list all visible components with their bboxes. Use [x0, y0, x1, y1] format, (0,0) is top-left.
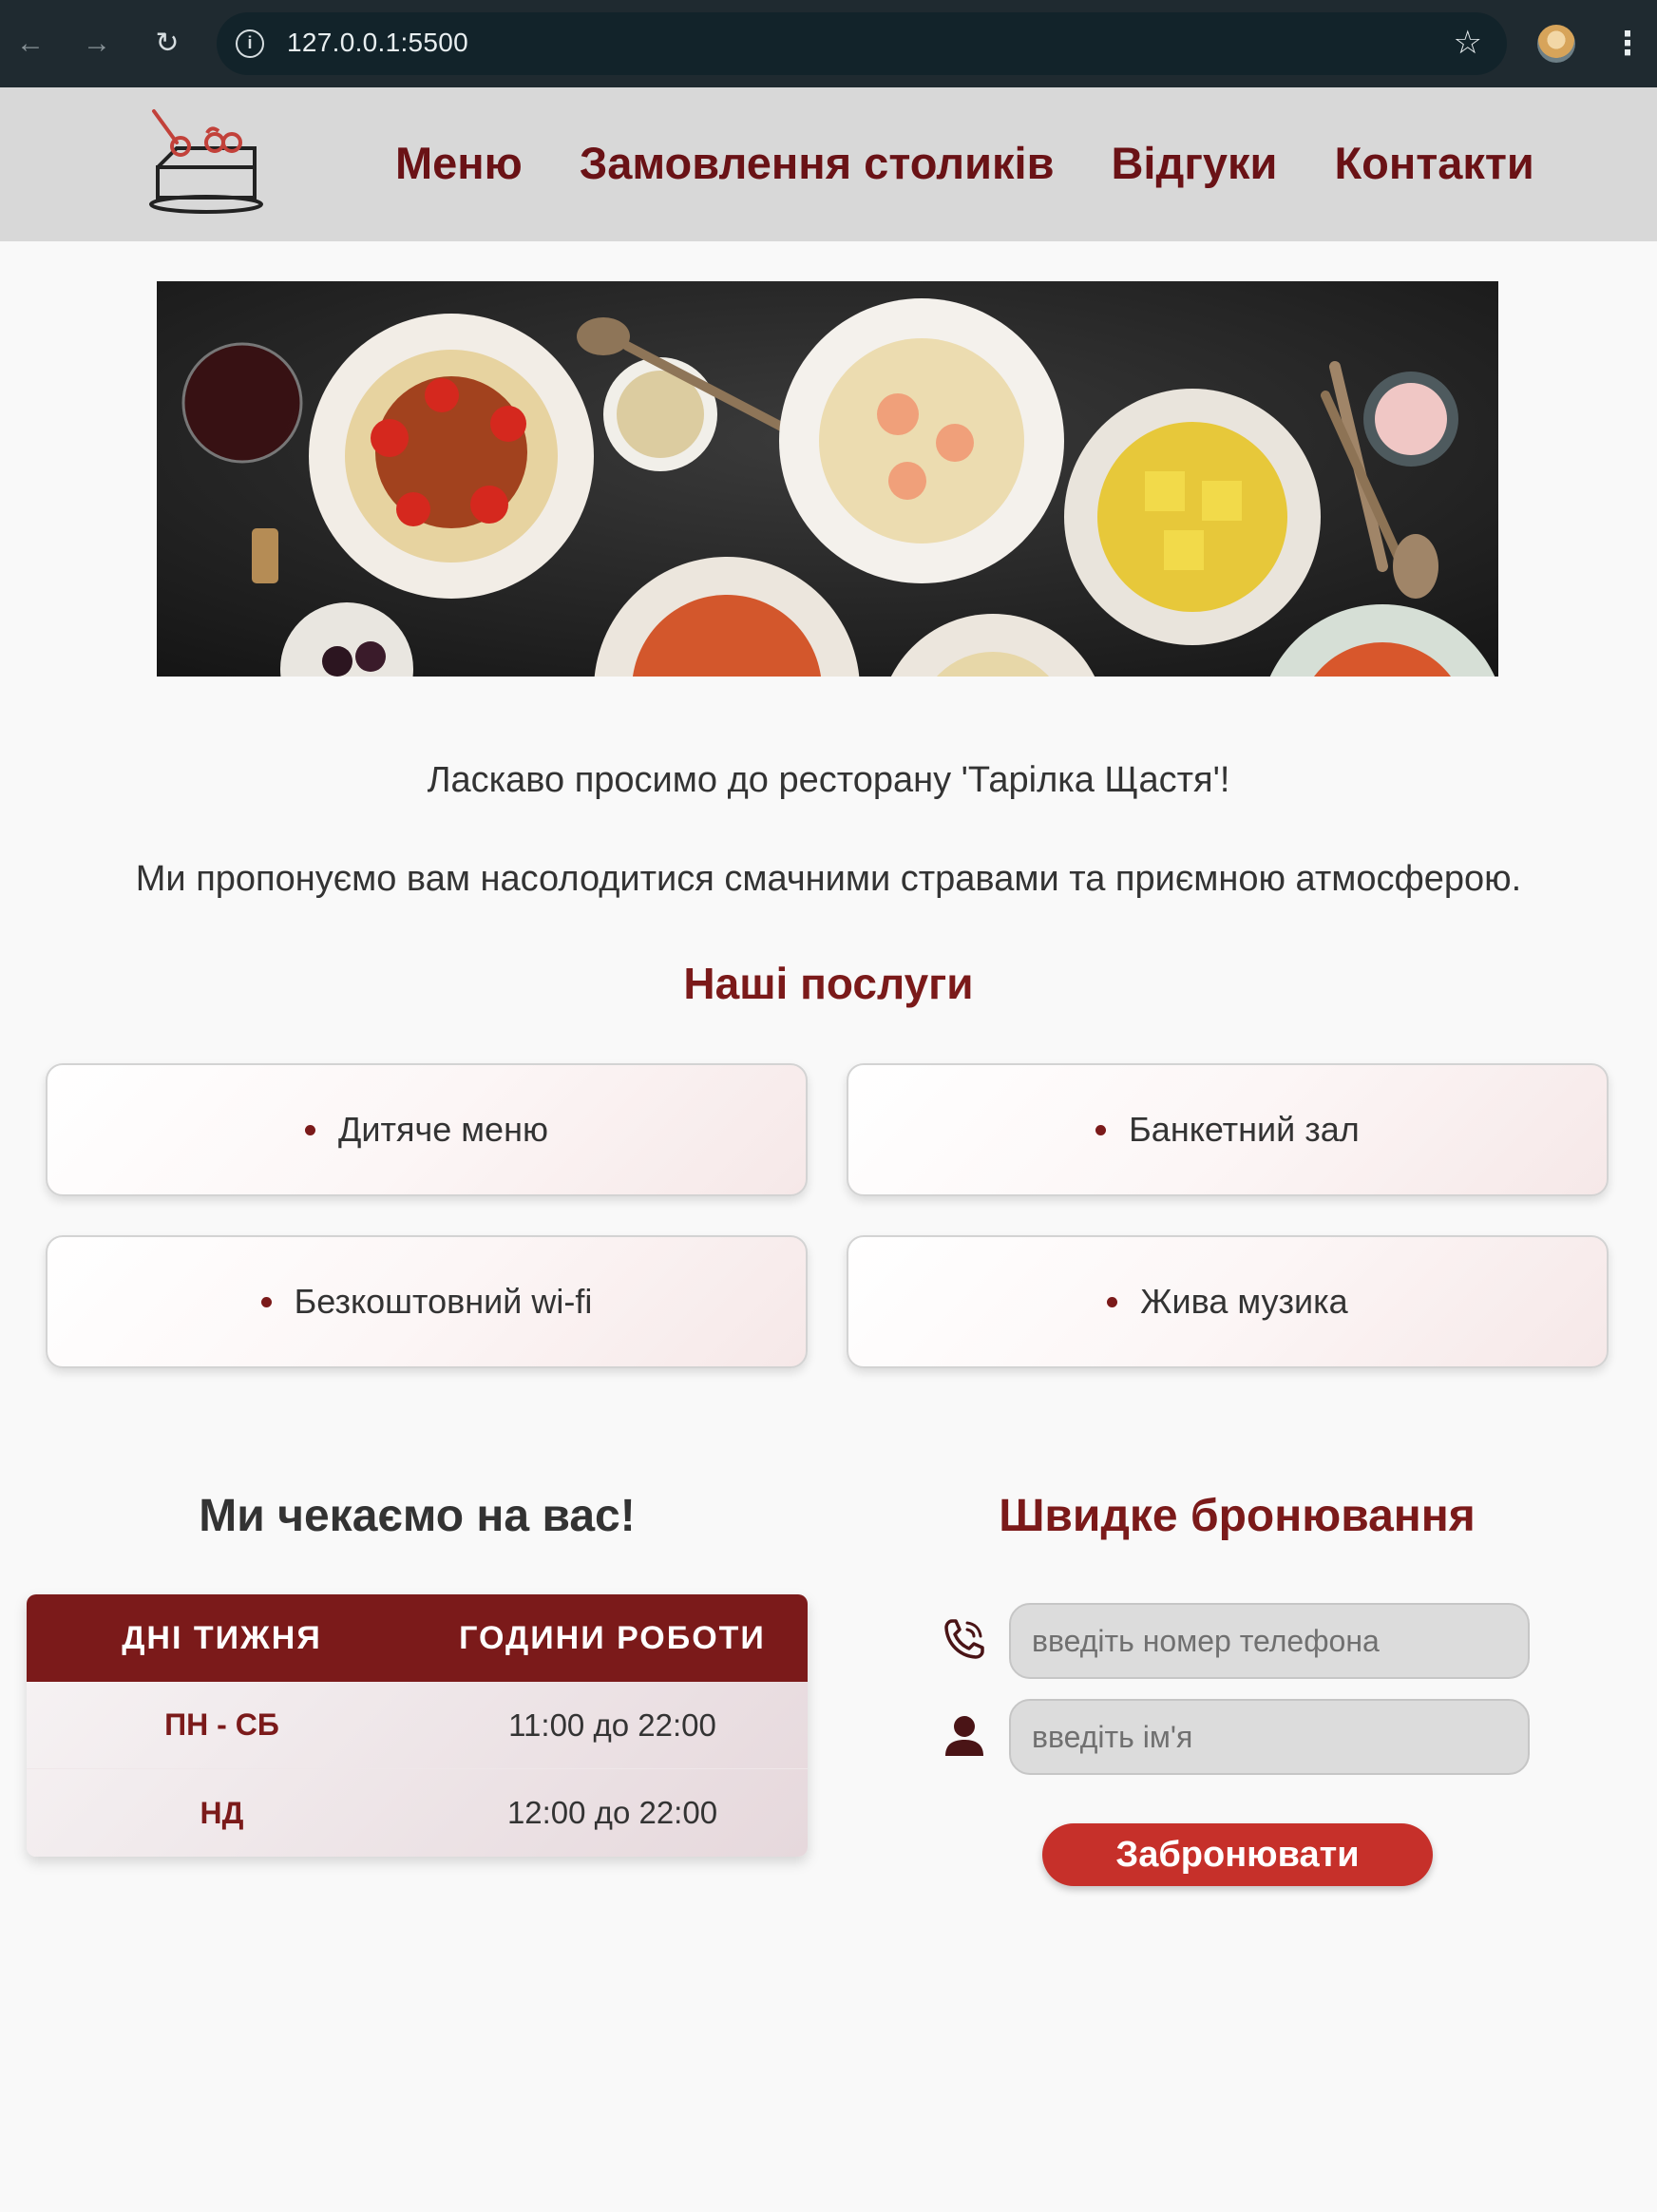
service-card: Банкетний зал — [847, 1063, 1609, 1196]
service-label: Дитяче меню — [338, 1110, 548, 1149]
service-card: Жива музика — [847, 1235, 1609, 1368]
service-label: Жива музика — [1140, 1282, 1348, 1321]
back-arrow-icon[interactable]: ← — [11, 25, 49, 63]
service-card: Безкоштовний wi-fi — [46, 1235, 808, 1368]
name-input[interactable] — [1009, 1699, 1530, 1775]
row-day: ПН - СБ — [164, 1707, 279, 1742]
nav-contacts[interactable]: Контакти — [1334, 137, 1533, 189]
nav-table-reservation[interactable]: Замовлення столиків — [580, 137, 1055, 189]
menu-kebab-icon[interactable]: ⋮ — [1611, 21, 1644, 67]
main-nav: Меню Замовлення столиків Відгуки Контакт… — [395, 137, 1534, 189]
welcome-subtext: Ми пропонуємо вам насолодитися смачними … — [135, 859, 1522, 899]
reload-icon[interactable]: ↻ — [148, 25, 186, 63]
info-icon[interactable]: i — [236, 29, 264, 58]
service-label: Банкетний зал — [1129, 1110, 1360, 1149]
welcome-text: Ласкаво просимо до ресторану 'Тарілка Ща… — [427, 760, 1230, 800]
column-header-days: ДНІ ТИЖНЯ — [122, 1619, 322, 1656]
site-header: Меню Замовлення столиків Відгуки Контакт… — [0, 87, 1657, 241]
bullet-icon — [260, 1296, 272, 1307]
bullet-icon — [305, 1124, 316, 1135]
phone-input[interactable] — [1009, 1603, 1530, 1679]
row-time: 12:00 до 22:00 — [506, 1795, 718, 1830]
forward-arrow-icon[interactable]: → — [78, 25, 116, 63]
table-header-row: ДНІ ТИЖНЯ ГОДИНИ РОБОТИ — [27, 1594, 808, 1682]
phone-icon — [944, 1619, 984, 1659]
bullet-icon — [1107, 1296, 1118, 1307]
hours-title: Ми чекаємо на вас! — [199, 1491, 636, 1541]
browser-toolbar: ← → ↻ i 127.0.0.1:5500 ☆ ⋮ — [0, 0, 1657, 87]
services-title: Наші послуги — [683, 959, 974, 1008]
row-day: НД — [200, 1795, 244, 1830]
star-icon[interactable]: ☆ — [1454, 24, 1482, 62]
url-text[interactable]: 127.0.0.1:5500 — [287, 28, 468, 58]
table-row: ПН - СБ 11:00 до 22:00 — [27, 1682, 808, 1769]
profile-avatar-icon[interactable] — [1537, 25, 1575, 63]
user-icon — [945, 1716, 983, 1756]
column-header-hours: ГОДИНИ РОБОТИ — [459, 1619, 766, 1656]
hours-table: ДНІ ТИЖНЯ ГОДИНИ РОБОТИ ПН - СБ 11:00 до… — [27, 1594, 808, 1857]
nav-menu[interactable]: Меню — [395, 137, 523, 189]
bullet-icon — [1095, 1124, 1107, 1135]
service-card: Дитяче меню — [46, 1063, 808, 1196]
book-button[interactable]: Забронювати — [1042, 1823, 1433, 1886]
service-label: Безкоштовний wi-fi — [294, 1282, 593, 1321]
booking-title: Швидке бронювання — [999, 1491, 1476, 1541]
row-time: 11:00 до 22:00 — [508, 1707, 716, 1743]
table-row: НД 12:00 до 22:00 — [27, 1769, 808, 1857]
address-bar[interactable]: i 127.0.0.1:5500 ☆ — [217, 12, 1507, 75]
cake-logo-icon[interactable] — [144, 106, 268, 220]
nav-reviews[interactable]: Відгуки — [1111, 137, 1277, 189]
hero-image — [157, 281, 1498, 677]
